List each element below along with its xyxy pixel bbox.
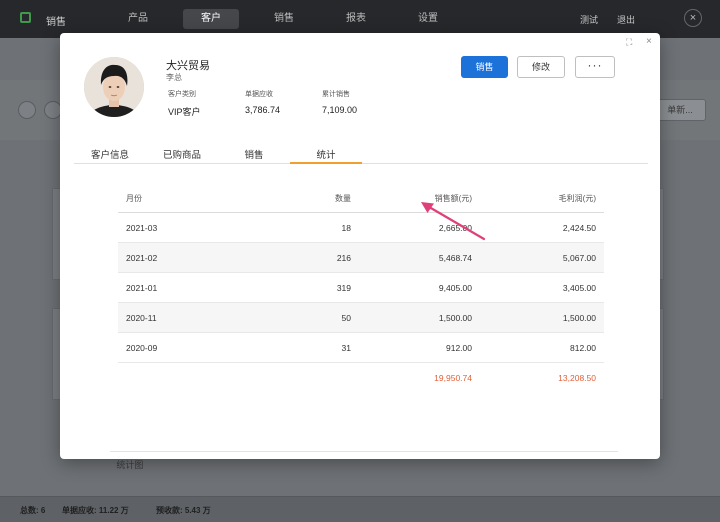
cell-quantity: 18 <box>341 223 351 233</box>
chart-toggle[interactable]: › 统计图 <box>112 458 143 471</box>
customer-category-value: VIP客户 <box>168 107 201 117</box>
header-gross-profit: 毛利润(元) <box>558 194 596 203</box>
divider <box>110 451 618 452</box>
background-new-button: 单新... <box>654 99 706 121</box>
cell-gross-profit: 1,500.00 <box>562 313 596 323</box>
tab-customer-info[interactable]: 客户信息 <box>88 147 132 164</box>
nav-products[interactable]: 产品 <box>110 9 166 29</box>
chart-toggle-label: 统计图 <box>116 460 144 470</box>
cell-gross-profit: 5,067.00 <box>562 253 596 263</box>
close-icon[interactable]: × <box>646 36 652 47</box>
header-quantity: 数量 <box>335 194 351 203</box>
cell-month: 2020-11 <box>126 313 157 323</box>
cell-quantity: 31 <box>341 343 351 353</box>
cell-month: 2021-01 <box>126 283 158 293</box>
customer-name: 大兴贸易 <box>166 60 210 72</box>
table-row: 2020-11 50 1,500.00 1,500.00 <box>118 303 604 333</box>
cell-month: 2020-09 <box>126 343 158 353</box>
cell-quantity: 50 <box>341 313 351 323</box>
nav-settings[interactable]: 设置 <box>400 9 456 29</box>
cell-sales-amount: 9,405.00 <box>438 283 472 293</box>
cell-gross-profit: 812.00 <box>570 343 596 353</box>
customer-contact: 李总 <box>166 73 182 82</box>
sell-button[interactable]: 销售 <box>461 56 508 78</box>
cell-month: 2021-03 <box>126 223 158 233</box>
cell-month: 2021-02 <box>126 253 158 263</box>
detail-tabs: 客户信息 已购商品 销售 统计 <box>74 146 648 164</box>
edit-button[interactable]: 修改 <box>517 56 565 78</box>
cell-sales-amount: 1,500.00 <box>438 313 472 323</box>
table-total-row: 19,950.74 13,208.50 <box>118 363 604 393</box>
table-row: 2020-09 31 912.00 812.00 <box>118 333 604 363</box>
logout-link[interactable]: 退出 <box>617 13 635 26</box>
table-row: 2021-02 216 5,468.74 5,067.00 <box>118 243 604 273</box>
header-month: 月份 <box>126 194 142 203</box>
nav-reports[interactable]: 报表 <box>328 9 384 29</box>
avatar-portrait-icon <box>84 57 144 117</box>
window-close-icon[interactable]: × <box>684 9 702 27</box>
more-button[interactable]: ··· <box>575 56 615 78</box>
app-logo-icon <box>20 12 31 23</box>
cumulative-sales-label: 累计销售 <box>322 91 350 98</box>
expand-icon[interactable]: ⛶ <box>626 37 632 48</box>
customer-category-label: 客户类别 <box>168 91 196 98</box>
table-row: 2021-03 18 2,665.00 2,424.50 <box>118 213 604 243</box>
nav-customers[interactable]: 客户 <box>183 9 239 29</box>
status-prepaid: 预收款: 5.43 万 <box>156 506 211 515</box>
table-row: 2021-01 319 9,405.00 3,405.00 <box>118 273 604 303</box>
total-gross-profit: 13,208.50 <box>558 373 596 383</box>
status-total: 总数: 6 <box>20 506 46 515</box>
table-header: 月份 数量 销售额(元) 毛利润(元) <box>118 183 604 213</box>
receivable-value: 3,786.74 <box>245 105 281 115</box>
cell-sales-amount: 912.00 <box>446 343 472 353</box>
background-menu-icon <box>18 101 36 119</box>
tab-sales[interactable]: 销售 <box>232 147 276 164</box>
test-link[interactable]: 测试 <box>580 13 598 26</box>
cell-gross-profit: 3,405.00 <box>562 283 596 293</box>
annotation-arrow-icon <box>421 202 486 241</box>
app-name: 销售 <box>46 17 66 28</box>
tab-purchased-products[interactable]: 已购商品 <box>160 147 204 164</box>
cell-gross-profit: 2,424.50 <box>562 223 596 233</box>
total-sales-amount: 19,950.74 <box>434 373 472 383</box>
customer-detail-modal: ⛶ × 大兴贸易 李总 客户类别 单据应收 累计销售 VIP客户 3,786.7… <box>60 33 660 470</box>
cell-quantity: 216 <box>336 253 351 263</box>
chevron-right-icon: › <box>112 463 115 470</box>
receivable-label: 单据应收 <box>245 91 273 98</box>
status-receivable: 单据应收: 11.22 万 <box>62 506 129 515</box>
nav-sales[interactable]: 销售 <box>256 9 312 29</box>
avatar <box>84 57 144 117</box>
tab-statistics[interactable]: 统计 <box>290 147 362 164</box>
status-bar: 总数: 6 单据应收: 11.22 万 预收款: 5.43 万 <box>0 496 720 522</box>
cumulative-sales-value: 7,109.00 <box>322 105 358 115</box>
cell-sales-amount: 5,468.74 <box>438 253 472 263</box>
cell-quantity: 319 <box>336 283 351 293</box>
